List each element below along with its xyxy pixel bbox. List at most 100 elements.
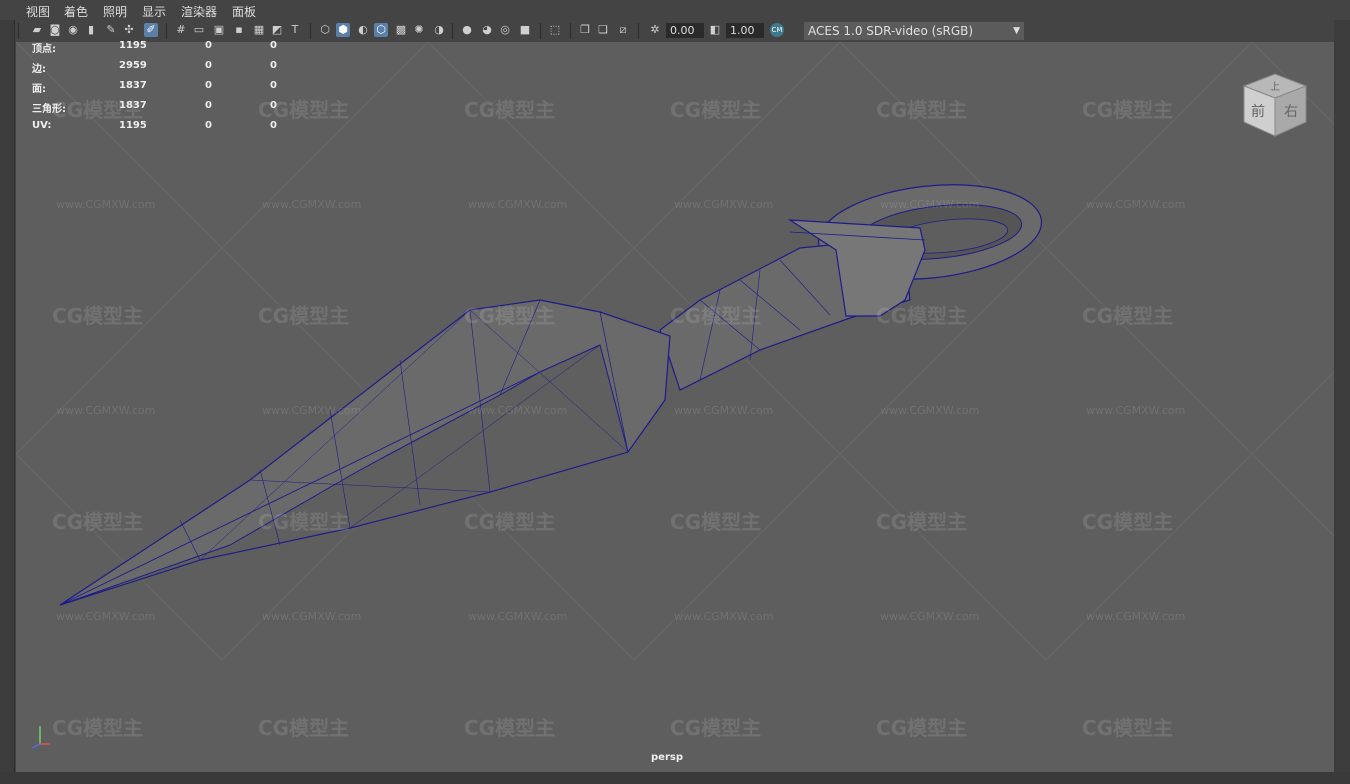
grease-pencil-icon[interactable]: ✐ xyxy=(144,23,158,37)
xray-icon[interactable]: ❐ xyxy=(578,23,592,37)
watermark-url: www.CGMXW.com xyxy=(56,610,156,623)
watermark-logo: CG模型主 xyxy=(670,304,762,328)
camera-lock-icon[interactable]: ◉ xyxy=(66,23,80,37)
safe-action-icon[interactable]: ◩ xyxy=(270,23,284,37)
watermark-logo: CG模型主 xyxy=(464,716,556,740)
hud-row-vertices: 顶点: 1195 0 0 xyxy=(32,40,277,55)
watermark-url: www.CGMXW.com xyxy=(468,198,568,211)
watermark-logo: CG模型主 xyxy=(464,98,556,122)
menu-shading[interactable]: 着色 xyxy=(64,3,88,20)
shadows-icon[interactable]: ◑ xyxy=(432,23,446,37)
kunai-blade xyxy=(59,299,671,606)
watermark-logo: CG模型主 xyxy=(52,304,144,328)
image-plane-icon[interactable]: ✎ xyxy=(104,23,118,37)
xray-joints-icon[interactable]: ⧄ xyxy=(616,23,630,37)
watermark-logo: CG模型主 xyxy=(1082,304,1174,328)
watermark-url: www.CGMXW.com xyxy=(1086,404,1186,417)
watermark-logo: CG模型主 xyxy=(876,98,968,122)
hud-row-triangles: 三角形: 1837 0 0 xyxy=(32,100,277,115)
watermark-logo: CG模型主 xyxy=(1082,510,1174,534)
hud-row-faces: 面: 1837 0 0 xyxy=(32,80,277,95)
watermark-logo: CG模型主 xyxy=(876,304,968,328)
watermark-url: www.CGMXW.com xyxy=(674,610,774,623)
menu-view[interactable]: 视图 xyxy=(26,3,50,20)
wireframe-on-shaded-icon[interactable]: ⬡ xyxy=(374,23,388,37)
toolbar-separator xyxy=(18,23,19,39)
camera-name-label: persp xyxy=(651,752,683,763)
camera-attributes-icon[interactable]: ◙ xyxy=(48,23,62,37)
watermark-url: www.CGMXW.com xyxy=(262,404,362,417)
chevron-down-icon: ▼ xyxy=(1013,26,1020,36)
color-space-dropdown[interactable]: ACES 1.0 SDR-video (sRGB) ▼ xyxy=(804,22,1024,40)
watermark-url: www.CGMXW.com xyxy=(1086,610,1186,623)
two-d-pan-icon[interactable]: ✣ xyxy=(122,23,136,37)
watermark-url: www.CGMXW.com xyxy=(468,404,568,417)
toolbar-separator xyxy=(540,23,541,39)
isolate-select-icon[interactable]: ⬚ xyxy=(548,23,562,37)
watermark-url: www.CGMXW.com xyxy=(56,198,156,211)
watermark-url: www.CGMXW.com xyxy=(262,198,362,211)
use-all-lights-icon[interactable]: ✺ xyxy=(412,23,426,37)
watermark-logo: CG模型主 xyxy=(464,304,556,328)
toolbar-separator xyxy=(310,23,311,39)
watermark-logo: CG模型主 xyxy=(258,510,350,534)
anti-aliasing-icon[interactable]: ◎ xyxy=(498,23,512,37)
smooth-shade-icon[interactable]: ⬢ xyxy=(336,23,350,37)
resolution-gate-icon[interactable]: ▣ xyxy=(212,23,226,37)
field-chart-icon[interactable]: ▦ xyxy=(252,23,266,37)
grid-icon[interactable]: # xyxy=(174,23,188,37)
left-panel-strip xyxy=(0,20,15,784)
view-cube[interactable]: 上 前 右 xyxy=(1240,72,1310,142)
menu-renderer[interactable]: 渲染器 xyxy=(181,3,217,20)
color-management-icon[interactable]: CM xyxy=(770,23,784,37)
watermark-url: www.CGMXW.com xyxy=(468,610,568,623)
default-material-icon[interactable]: ◐ xyxy=(356,23,370,37)
textured-icon[interactable]: ▩ xyxy=(394,23,408,37)
watermark-url: www.CGMXW.com xyxy=(880,404,980,417)
motion-blur-icon[interactable]: ◕ xyxy=(480,23,494,37)
exposure-field[interactable]: 0.00 xyxy=(666,23,704,38)
watermark-url: www.CGMXW.com xyxy=(1086,198,1186,211)
watermark-url: www.CGMXW.com xyxy=(880,198,980,211)
menu-panels[interactable]: 面板 xyxy=(232,3,256,20)
menu-bar: 视图 着色 照明 显示 渲染器 面板 xyxy=(0,0,1350,20)
safe-title-icon[interactable]: T xyxy=(288,23,302,37)
right-panel-strip xyxy=(1334,20,1350,784)
viewport-persp[interactable]: CG模型主 CG模型主 CG模型主 CG模型主 CG模型主 CG模型主 www.… xyxy=(16,42,1334,772)
exposure-icon[interactable]: ✲ xyxy=(648,23,662,37)
view-cube-icon[interactable]: 上 前 右 xyxy=(1240,72,1310,138)
toolbar-separator xyxy=(638,23,639,39)
watermark-logo: CG模型主 xyxy=(258,304,350,328)
watermark-url: www.CGMXW.com xyxy=(674,404,774,417)
bookmark-icon[interactable]: ▮ xyxy=(84,23,98,37)
camera-icon[interactable]: ▰ xyxy=(30,23,44,37)
watermark-url: www.CGMXW.com xyxy=(56,404,156,417)
color-space-value: ACES 1.0 SDR-video (sRGB) xyxy=(808,24,974,38)
film-gate-icon[interactable]: ▭ xyxy=(192,23,206,37)
screen-space-ao-icon[interactable]: ● xyxy=(460,23,474,37)
toolbar-separator xyxy=(570,23,571,39)
toolbar-separator xyxy=(452,23,453,39)
watermark-logo: CG模型主 xyxy=(670,716,762,740)
watermark-logo: CG模型主 xyxy=(52,510,144,534)
bottom-strip xyxy=(0,772,1350,784)
watermark-url: www.CGMXW.com xyxy=(880,610,980,623)
watermark-logo: CG模型主 xyxy=(52,716,144,740)
menu-lighting[interactable]: 照明 xyxy=(103,3,127,20)
menu-show[interactable]: 显示 xyxy=(142,3,166,20)
axis-gizmo xyxy=(26,722,52,754)
xray-active-components-icon[interactable]: ❏ xyxy=(596,23,610,37)
gamma-icon[interactable]: ◧ xyxy=(708,23,722,37)
gate-mask-icon[interactable]: ▪ xyxy=(232,23,246,37)
watermark-logo: CG模型主 xyxy=(670,98,762,122)
watermark-logo: CG模型主 xyxy=(1082,716,1174,740)
view-cube-top[interactable]: 上 xyxy=(1270,81,1280,93)
watermark-logo: CG模型主 xyxy=(876,716,968,740)
depth-of-field-icon[interactable]: ■ xyxy=(518,23,532,37)
wireframe-icon[interactable]: ⬡ xyxy=(318,23,332,37)
hud-row-uvs: UV: 1195 0 0 xyxy=(32,120,277,131)
hud-row-edges: 边: 2959 0 0 xyxy=(32,60,277,75)
view-cube-front[interactable]: 前 xyxy=(1251,103,1265,120)
gamma-field[interactable]: 1.00 xyxy=(726,23,764,38)
view-cube-right[interactable]: 右 xyxy=(1284,104,1298,120)
